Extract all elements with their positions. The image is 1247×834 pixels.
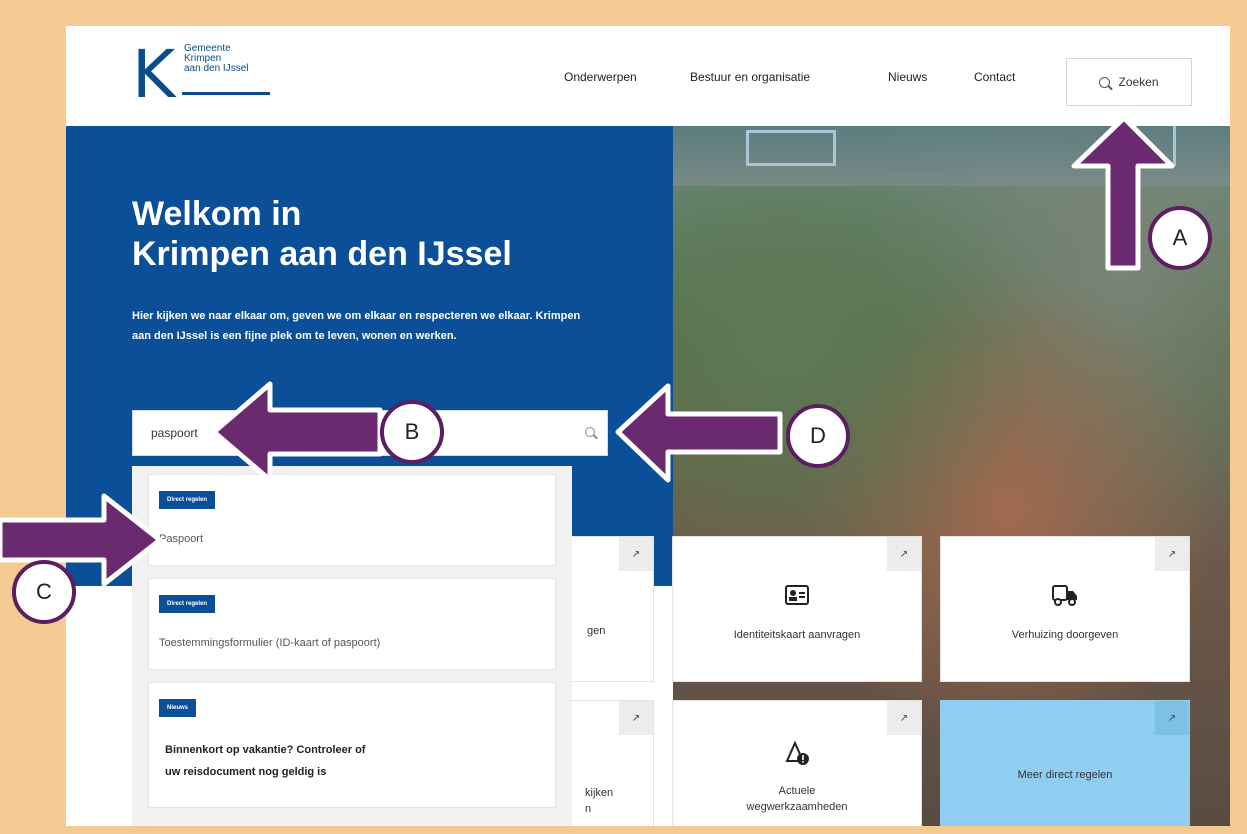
marker-c: C	[12, 560, 76, 624]
result-badge: Direct regelen	[159, 595, 216, 613]
nav-contact[interactable]: Contact	[974, 70, 1015, 84]
marker-d: D	[786, 404, 850, 468]
result-title-line-1: Binnenkort op vakantie? Controleer of	[165, 744, 366, 756]
hero-photo-bridge	[746, 130, 836, 166]
nav-bestuur[interactable]: Bestuur en organisatie	[690, 70, 810, 84]
nav-onderwerpen[interactable]: Onderwerpen	[564, 70, 637, 84]
marker-b: B	[380, 400, 444, 464]
tile-wegwerkzaamheden[interactable]: ↗ Actuele wegwerkzaamheden	[672, 700, 922, 826]
hero-search-value: paspoort	[151, 426, 198, 440]
result-toestemmingsformulier[interactable]: Direct regelen Toestemmingsformulier (ID…	[148, 578, 556, 670]
tile-wegwerkzaamheden-label-line-2: wegwerkzaamheden	[746, 801, 848, 813]
external-arrow-icon: ↗	[887, 537, 921, 571]
site-logo[interactable]: K Gemeente Krimpen aan den IJssel	[132, 40, 282, 110]
hero-search-input[interactable]: paspoort	[132, 410, 608, 456]
logo-line-3: aan den IJssel	[184, 63, 249, 74]
external-arrow-icon: ↗	[887, 701, 921, 735]
hero-photo-bridge-2	[1116, 126, 1176, 166]
result-badge: Direct regelen	[159, 491, 216, 509]
roadwork-alert-icon	[785, 740, 809, 765]
tile-identiteitskaart-label: Identiteitskaart aanvragen	[733, 629, 861, 641]
tile-wegwerkzaamheden-label: Actuele wegwerkzaamheden	[673, 783, 921, 815]
marker-a: A	[1148, 206, 1212, 270]
hero-title-line-2: Krimpen aan den IJssel	[132, 235, 512, 273]
hero-intro: Hier kijken we naar elkaar om, geven we …	[132, 310, 581, 342]
result-title: Toestemmingsformulier (ID-kaart of paspo…	[159, 637, 381, 649]
logo-text: Gemeente Krimpen aan den IJssel	[184, 44, 280, 74]
tile-1-label: gen	[587, 625, 606, 637]
search-icon	[1099, 76, 1111, 88]
result-title: Paspoort	[159, 533, 204, 545]
external-arrow-icon: ↗	[619, 701, 653, 735]
search-results-dropdown: Direct regelen Paspoort Direct regelen T…	[132, 466, 572, 826]
search-submit-icon[interactable]	[585, 427, 595, 437]
logo-underline	[182, 92, 270, 95]
tile-verhuizing-label: Verhuizing doorgeven	[1011, 629, 1119, 641]
result-nieuws[interactable]: Nieuws Binnenkort op vakantie? Controlee…	[148, 682, 556, 808]
result-paspoort[interactable]: Direct regelen Paspoort	[148, 474, 556, 566]
hero-title-line-1: Welkom in	[132, 195, 302, 233]
external-arrow-icon: ↗	[1155, 537, 1189, 571]
truck-icon	[1052, 585, 1077, 606]
page-frame: K Gemeente Krimpen aan den IJssel Onderw…	[66, 26, 1230, 826]
external-arrow-icon: ↗	[1155, 701, 1189, 735]
tile-verhuizing[interactable]: ↗ Verhuizing doorgeven	[940, 536, 1190, 682]
external-arrow-icon: ↗	[619, 537, 653, 571]
hero-title: Welkom in Krimpen aan den IJssel	[132, 194, 652, 274]
logo-k-mark: K	[132, 36, 176, 113]
tile-4-label-line-2: n	[585, 803, 592, 815]
tile-4-label-line-1: kijken	[585, 787, 614, 799]
result-badge: Nieuws	[159, 699, 197, 717]
site-header: K Gemeente Krimpen aan den IJssel Onderw…	[66, 26, 1230, 126]
header-search-button[interactable]: Zoeken	[1066, 58, 1192, 106]
id-card-icon	[785, 585, 809, 605]
tile-meer-direct-regelen[interactable]: ↗ Meer direct regelen	[940, 700, 1190, 826]
tile-4-label: kijken n	[585, 785, 645, 817]
result-title-line-2: uw reisdocument nog geldig is	[165, 766, 327, 778]
header-search-label: Zoeken	[1118, 75, 1159, 89]
nav-nieuws[interactable]: Nieuws	[888, 70, 927, 84]
tile-identiteitskaart[interactable]: ↗ Identiteitskaart aanvragen	[672, 536, 922, 682]
tile-meer-direct-regelen-label: Meer direct regelen	[1017, 769, 1113, 781]
tile-wegwerkzaamheden-label-line-1: Actuele	[778, 785, 816, 797]
